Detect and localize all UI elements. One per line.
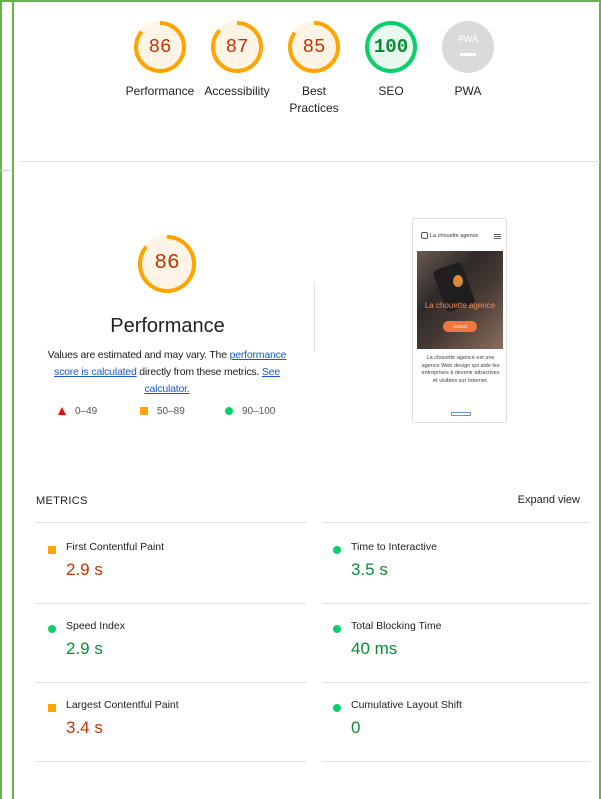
metric-value: 3.4 s [66, 718, 103, 737]
metric-cumulative-layout-shift: Cumulative Layout Shift 0 [333, 699, 583, 769]
performance-gauge: 86 [137, 234, 197, 294]
metrics-heading: METRICS [36, 495, 88, 507]
metric-divider [322, 522, 590, 523]
preview-brand: La chouette agence [430, 232, 479, 239]
metric-value: 3.5 s [351, 560, 388, 579]
performance-score: 86 [154, 252, 180, 275]
metric-divider [322, 682, 590, 683]
legend-pass: 90–100 [225, 406, 275, 417]
score-legend: 0–49 50–89 90–100 [58, 406, 298, 420]
performance-description: Values are estimated and may vary. The p… [36, 347, 298, 398]
triangle-icon [58, 407, 66, 416]
circle-icon [333, 546, 341, 554]
frame-inner-border [12, 0, 14, 799]
metric-total-blocking-time: Total Blocking Time 40 ms [333, 620, 583, 690]
gauge-performance[interactable]: 86 Performance [120, 20, 200, 100]
legend-fail-label: 0–49 [75, 406, 98, 417]
circle-icon [333, 704, 341, 712]
final-screenshot-thumbnail[interactable]: La chouette agence La chouette agence co… [412, 218, 507, 423]
metric-first-contentful-paint: First Contentful Paint 2.9 s [48, 541, 298, 611]
section-divider [20, 161, 600, 162]
preview-body-text: La chouette agence est une agence Web de… [421, 355, 500, 384]
metric-value: 40 ms [351, 639, 398, 658]
owl-icon [453, 275, 463, 287]
gauge-best-practices[interactable]: 85 Best Practices [274, 20, 354, 117]
gauge-label: Accessibility [204, 84, 270, 98]
gauge-score: 100 [373, 36, 409, 58]
description-text: Values are estimated and may vary. The [47, 349, 230, 361]
side-divider [0, 170, 10, 171]
vertical-separator [314, 282, 315, 352]
metric-divider [322, 603, 590, 604]
gauge-pwa[interactable]: PWA PWA [428, 20, 508, 100]
metric-name: Largest Contentful Paint [66, 699, 179, 711]
circle-icon [48, 625, 56, 633]
metric-name: First Contentful Paint [66, 541, 165, 553]
preview-contact-button: contact [443, 321, 477, 332]
square-icon [140, 407, 148, 416]
metric-name: Speed Index [66, 620, 125, 632]
metric-value: 2.9 s [66, 639, 103, 658]
metric-value: 2.9 s [66, 560, 103, 579]
preview-hero-image: La chouette agence contact [417, 251, 503, 349]
expand-view-toggle[interactable]: Expand view [470, 494, 580, 506]
metric-divider [36, 603, 306, 604]
legend-pass-label: 90–100 [242, 406, 276, 417]
metric-divider [322, 761, 590, 762]
performance-title: Performance [110, 315, 225, 337]
metric-name: Cumulative Layout Shift [351, 699, 462, 711]
metric-largest-contentful-paint: Largest Contentful Paint 3.4 s [48, 699, 298, 769]
square-icon [48, 546, 56, 554]
owl-logo-icon [421, 232, 428, 239]
category-gauges: 86 Performance 87 Accessibility 85 Best … [120, 20, 520, 150]
gauge-label: Performance [125, 84, 195, 98]
gauge-score: 85 [302, 36, 326, 58]
gauge-score: 86 [148, 36, 172, 58]
gauge-label: SEO [378, 84, 404, 98]
metric-value: 0 [351, 718, 361, 737]
legend-average-label: 50–89 [157, 406, 185, 417]
pwa-dash-icon [460, 53, 476, 56]
metric-speed-index: Speed Index 2.9 s [48, 620, 298, 690]
metric-name: Time to Interactive [351, 541, 437, 553]
pwa-badge-text: PWA [457, 34, 479, 44]
metric-divider [36, 761, 306, 762]
square-icon [48, 704, 56, 712]
metric-divider [36, 682, 306, 683]
preview-header: La chouette agence [421, 232, 501, 242]
legend-average: 50–89 [140, 406, 185, 417]
preview-hero-title: La chouette agence [424, 301, 496, 310]
gauge-seo[interactable]: 100 SEO [351, 20, 431, 100]
circle-icon [333, 625, 341, 633]
gauge-score: 87 [225, 36, 249, 58]
circle-icon [225, 407, 233, 416]
legend-fail: 0–49 [58, 406, 97, 417]
pwa-badge-icon [442, 21, 494, 73]
preview-footer-icon [451, 412, 471, 416]
gauge-label: Best Practices [289, 84, 339, 115]
metric-divider [36, 522, 306, 523]
description-text: directly from these metrics. [136, 366, 262, 378]
gauge-accessibility[interactable]: 87 Accessibility [197, 20, 277, 100]
metric-name: Total Blocking Time [351, 620, 442, 632]
hamburger-menu-icon [494, 234, 501, 239]
gauge-label: PWA [454, 84, 482, 98]
metric-time-to-interactive: Time to Interactive 3.5 s [333, 541, 583, 611]
